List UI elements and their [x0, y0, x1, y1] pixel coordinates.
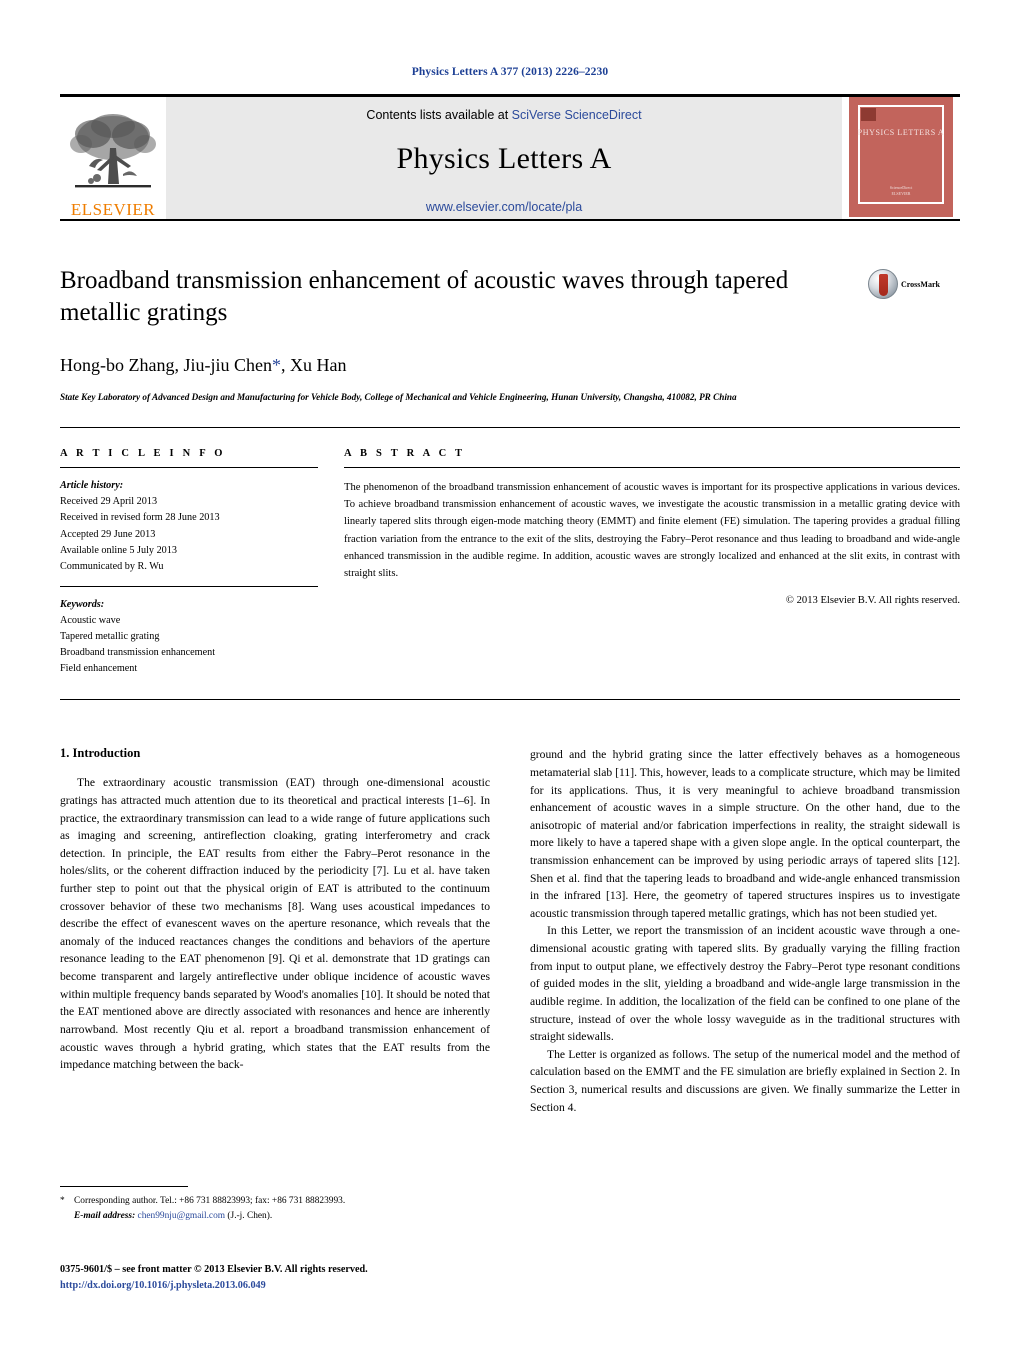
journal-masthead: ELSEVIER Contents lists available at Sci…	[60, 94, 960, 219]
journal-cover-thumbnail: PHYSICS LETTERS A ScienceDirect ELSEVIER	[842, 97, 960, 219]
footnote-rule	[60, 1186, 188, 1187]
keywords-rule	[60, 585, 318, 587]
title-text-group: Broadband transmission enhancement of ac…	[60, 265, 868, 405]
keywords-label: Keywords:	[60, 598, 105, 610]
sciencedirect-link[interactable]: SciVerse ScienceDirect	[512, 108, 642, 122]
history-item: Available online 5 July 2013	[60, 544, 177, 556]
crossmark-label: CrossMark	[901, 279, 940, 289]
info-section-top-rule	[60, 427, 960, 429]
article-body: 1. Introduction The extraordinary acoust…	[60, 746, 960, 1116]
elsevier-tree-icon	[70, 114, 156, 188]
journal-banner: Contents lists available at SciVerse Sci…	[166, 97, 842, 219]
abstract-column: A B S T R A C T The phenomenon of the br…	[344, 448, 960, 677]
body-column-right: ground and the hybrid grating since the …	[530, 746, 960, 1116]
corresponding-author-marker[interactable]: *	[272, 355, 281, 375]
abstract-copyright: © 2013 Elsevier B.V. All rights reserved…	[785, 595, 960, 607]
paragraph: The Letter is organized as follows. The …	[530, 1047, 960, 1114]
elsevier-wordmark: ELSEVIER	[70, 200, 156, 219]
issn-copyright-line: 0375-9601/$ – see front matter © 2013 El…	[60, 1264, 368, 1275]
paragraph: In this Letter, we report the transmissi…	[530, 924, 960, 1044]
cover-art: PHYSICS LETTERS A ScienceDirect ELSEVIER	[849, 97, 953, 217]
footnote-row: * Corresponding author. Tel.: +86 731 88…	[60, 1194, 500, 1224]
cover-journal-title: PHYSICS LETTERS A	[857, 128, 945, 137]
abstract-section-bottom-rule	[60, 699, 960, 701]
section-heading-introduction: 1. Introduction	[60, 746, 141, 761]
crossmark-badge[interactable]: CrossMark	[868, 269, 960, 299]
paragraph: ground and the hybrid grating since the …	[530, 748, 960, 920]
title-block: Broadband transmission enhancement of ac…	[60, 265, 960, 405]
article-history-group: Article history: Received 29 April 2013 …	[60, 478, 318, 575]
footnote-text: Corresponding author. Tel.: +86 731 8882…	[74, 1194, 500, 1224]
running-head: Physics Letters A 377 (2013) 2226–2230	[411, 66, 609, 78]
keyword-item: Tapered metallic grating	[60, 631, 160, 643]
footnote-star-marker: *	[60, 1196, 65, 1206]
history-item: Accepted 29 June 2013	[60, 528, 156, 540]
history-item: Communicated by R. Wu	[60, 560, 164, 572]
corresponding-author-footnote: * Corresponding author. Tel.: +86 731 88…	[60, 1186, 500, 1224]
journal-title: Physics Letters A	[396, 142, 612, 175]
page-title: Broadband transmission enhancement of ac…	[60, 267, 789, 326]
article-info-column: A R T I C L E I N F O Article history: R…	[60, 448, 344, 677]
paragraph: The extraordinary acoustic transmission …	[60, 776, 490, 1072]
article-page: Physics Letters A 377 (2013) 2226–2230 E…	[0, 0, 1020, 1351]
email-label: E-mail address:	[74, 1211, 136, 1222]
abstract-text: The phenomenon of the broadband transmis…	[344, 482, 960, 579]
article-history-label: Article history:	[60, 480, 124, 492]
footer-block: 0375-9601/$ – see front matter © 2013 El…	[60, 1262, 520, 1294]
author-affiliation: State Key Laboratory of Advanced Design …	[60, 392, 737, 402]
corresponding-author-line: Corresponding author. Tel.: +86 731 8882…	[74, 1196, 346, 1206]
info-and-abstract: A R T I C L E I N F O Article history: R…	[60, 448, 960, 677]
authors-before-star: Hong-bo Zhang, Jiu-jiu Chen	[60, 355, 272, 375]
body-column-left: 1. Introduction The extraordinary acoust…	[60, 746, 490, 1116]
article-info-rule	[60, 467, 318, 469]
keyword-item: Field enhancement	[60, 663, 138, 675]
author-list: Hong-bo Zhang, Jiu-jiu Chen*, Xu Han	[60, 355, 848, 376]
doi-link[interactable]: http://dx.doi.org/10.1016/j.physleta.201…	[60, 1278, 520, 1294]
keyword-item: Acoustic wave	[60, 614, 121, 626]
keyword-item: Broadband transmission enhancement	[60, 647, 216, 659]
email-link[interactable]: chen99nju@gmail.com	[138, 1211, 226, 1221]
history-item: Received 29 April 2013	[60, 496, 158, 508]
crossmark-icon	[868, 269, 898, 299]
abstract-heading: A B S T R A C T	[344, 448, 466, 460]
abstract-rule	[344, 467, 960, 469]
cover-publisher-icon	[861, 108, 876, 121]
keywords-group: Keywords: Acoustic wave Tapered metallic…	[60, 597, 318, 678]
cover-footer-text: ScienceDirect ELSEVIER	[889, 185, 913, 196]
email-owner: (J.-j. Chen).	[227, 1211, 273, 1222]
article-info-heading: A R T I C L E I N F O	[60, 448, 226, 460]
history-item: Received in revised form 28 June 2013	[60, 512, 220, 524]
contents-list-line: Contents lists available at SciVerse Sci…	[366, 108, 641, 122]
authors-after-star: , Xu Han	[280, 355, 347, 375]
masthead-bottom-rule	[60, 219, 960, 221]
contents-prefix: Contents lists available at	[366, 108, 512, 122]
journal-homepage-link[interactable]: www.elsevier.com/locate/pla	[426, 200, 582, 214]
elsevier-logo: ELSEVIER	[60, 97, 166, 219]
